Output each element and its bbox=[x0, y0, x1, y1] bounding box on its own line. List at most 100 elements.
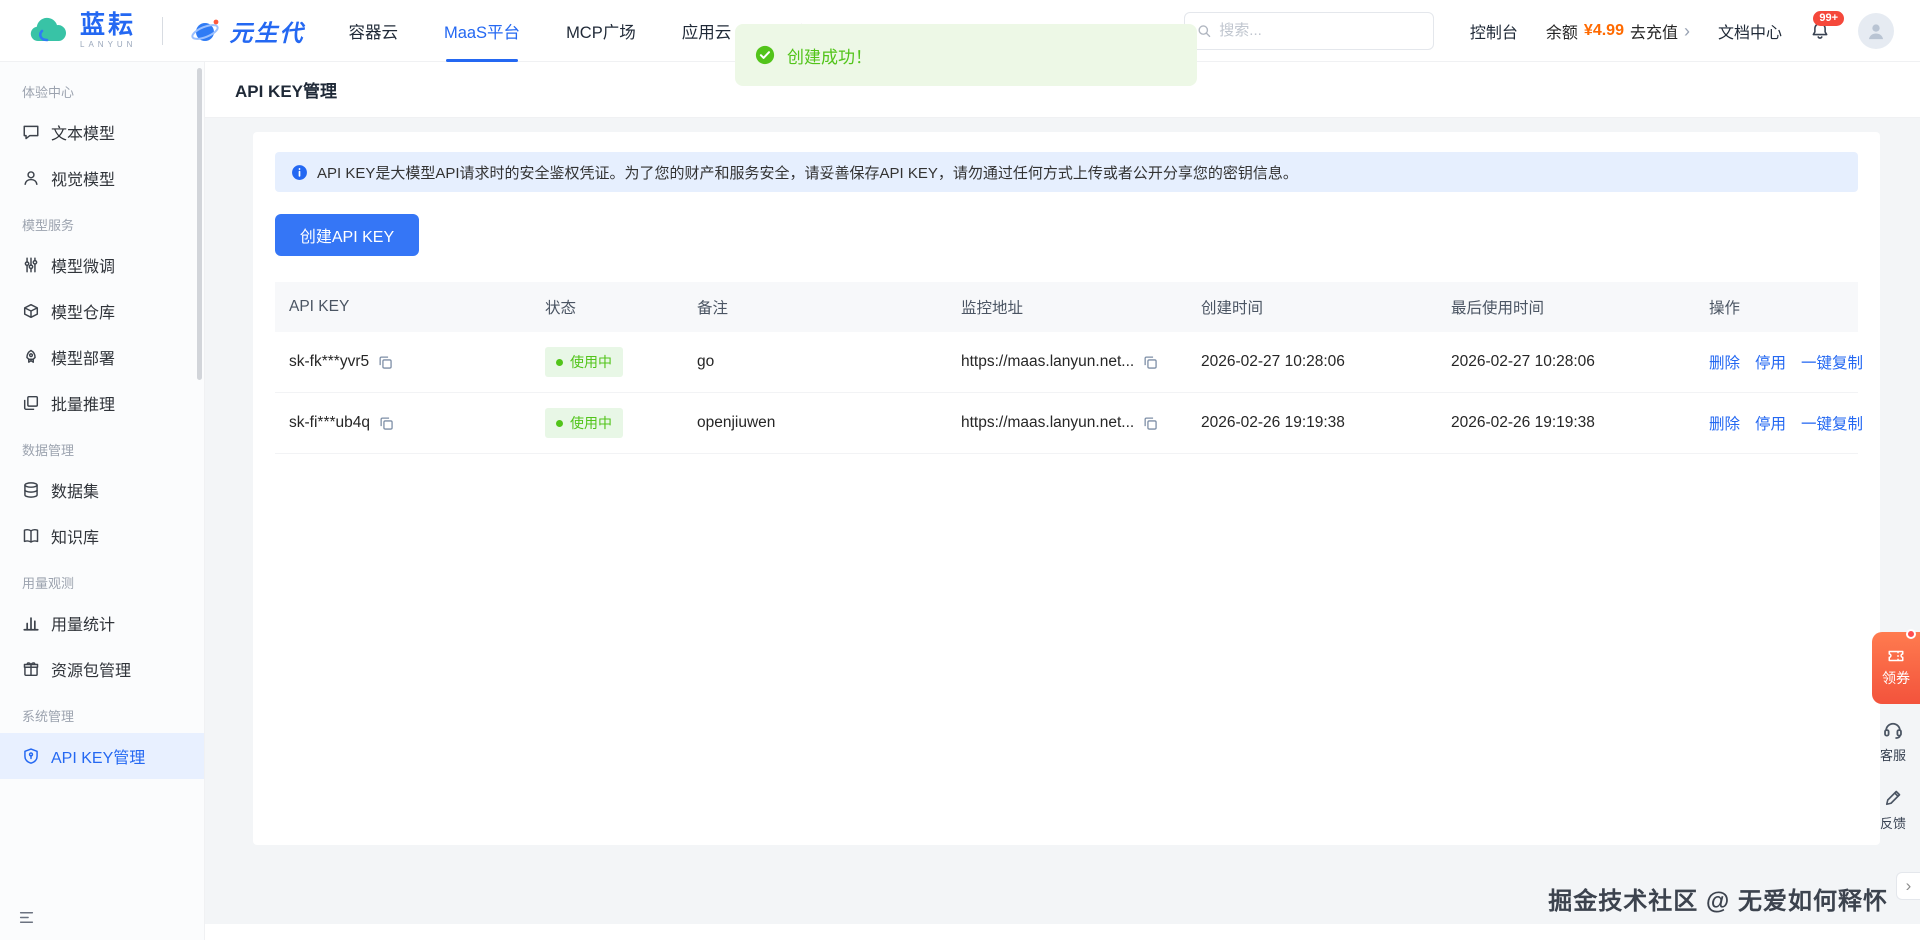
created-time: 2026-02-26 19:19:38 bbox=[1187, 414, 1437, 432]
coupon-button[interactable]: 领券 bbox=[1872, 632, 1920, 704]
page-title: API KEY管理 bbox=[235, 77, 337, 102]
sidebar-section-system: 系统管理 bbox=[0, 692, 204, 733]
delete-link[interactable]: 删除 bbox=[1709, 351, 1740, 373]
sidebar-item-model-finetune[interactable]: 模型微调 bbox=[0, 242, 204, 288]
search-box[interactable] bbox=[1184, 12, 1434, 50]
headset-icon bbox=[1882, 718, 1904, 740]
copy-icon[interactable] bbox=[1143, 355, 1158, 370]
api-key-card: API KEY是大模型API请求时的安全鉴权凭证。为了您的财产和服务安全，请妥善… bbox=[253, 132, 1880, 845]
table-row: sk-fi***ub4q 使用中 openjiuwen https://maas… bbox=[275, 393, 1858, 454]
feedback-button[interactable]: 反馈 bbox=[1872, 788, 1914, 832]
sidebar-section-usage: 用量观测 bbox=[0, 559, 204, 600]
docs-center-link[interactable]: 文档中心 bbox=[1718, 19, 1782, 43]
avatar[interactable] bbox=[1858, 13, 1894, 49]
rocket-icon bbox=[22, 348, 40, 366]
toast-message: 创建成功！ bbox=[787, 43, 872, 68]
last-used-time: 2026-02-27 10:28:06 bbox=[1437, 353, 1695, 371]
create-api-key-button[interactable]: 创建API KEY bbox=[275, 214, 419, 256]
shield-key-icon bbox=[22, 747, 40, 765]
brand: 蓝耘 LANYUN 元生代 bbox=[26, 13, 304, 49]
quick-copy-link[interactable]: 一键复制 bbox=[1801, 351, 1863, 373]
console-link[interactable]: 控制台 bbox=[1470, 19, 1518, 43]
api-key-value: sk-fi***ub4q bbox=[289, 414, 370, 432]
sidebar-item-knowledge-base[interactable]: 知识库 bbox=[0, 513, 204, 559]
customer-service-button[interactable]: 客服 bbox=[1872, 718, 1914, 764]
sidebar: 体验中心 文本模型 视觉模型 模型服务 模型微调 模型仓库 模型部署 bbox=[0, 62, 205, 940]
pencil-icon bbox=[1883, 788, 1903, 808]
nav-item-app-cloud[interactable]: 应用云 bbox=[682, 0, 732, 62]
search-icon bbox=[1197, 23, 1211, 39]
vision-model-icon bbox=[22, 169, 40, 187]
info-banner: API KEY是大模型API请求时的安全鉴权凭证。为了您的财产和服务安全，请妥善… bbox=[275, 152, 1858, 192]
nav-item-mcp-market[interactable]: MCP广场 bbox=[566, 0, 636, 62]
sidebar-section-experience: 体验中心 bbox=[0, 68, 204, 109]
sidebar-item-dataset[interactable]: 数据集 bbox=[0, 467, 204, 513]
sliders-icon bbox=[22, 256, 40, 274]
main-content: API KEY管理 API KEY是大模型API请求时的安全鉴权凭证。为了您的财… bbox=[205, 62, 1920, 940]
copy-icon[interactable] bbox=[1143, 416, 1158, 431]
sidebar-item-label: 批量推理 bbox=[51, 391, 115, 415]
collapse-sidebar-icon[interactable] bbox=[18, 909, 35, 926]
status-dot-icon bbox=[556, 359, 563, 366]
last-used-time: 2026-02-26 19:19:38 bbox=[1437, 414, 1695, 432]
success-check-icon bbox=[755, 45, 775, 65]
sidebar-item-text-model[interactable]: 文本模型 bbox=[0, 109, 204, 155]
col-created: 创建时间 bbox=[1187, 296, 1437, 318]
recharge-link[interactable]: 去充值 bbox=[1630, 19, 1678, 43]
watermark-text: 掘金技术社区 @ 无爱如何释怀 bbox=[1548, 881, 1888, 916]
col-api-key: API KEY bbox=[275, 298, 531, 316]
expand-panel-arrow[interactable]: › bbox=[1896, 872, 1920, 900]
quick-copy-link[interactable]: 一键复制 bbox=[1801, 412, 1863, 434]
delete-link[interactable]: 删除 bbox=[1709, 412, 1740, 434]
lanyun-logo-icon bbox=[26, 16, 70, 46]
sidebar-item-model-deploy[interactable]: 模型部署 bbox=[0, 334, 204, 380]
nav-item-container-cloud[interactable]: 容器云 bbox=[348, 0, 398, 62]
created-time: 2026-02-27 10:28:06 bbox=[1187, 353, 1437, 371]
search-input[interactable] bbox=[1219, 22, 1421, 39]
metastone-logo-icon bbox=[189, 15, 221, 47]
user-icon bbox=[1865, 20, 1887, 42]
coupon-label: 领券 bbox=[1882, 668, 1910, 688]
layers-icon bbox=[22, 394, 40, 412]
api-key-table: API KEY 状态 备注 监控地址 创建时间 最后使用时间 操作 sk-fk*… bbox=[275, 282, 1858, 454]
sidebar-scrollbar[interactable] bbox=[197, 68, 202, 380]
copy-icon[interactable] bbox=[379, 416, 394, 431]
sidebar-item-label: 文本模型 bbox=[51, 120, 115, 144]
coupon-notification-dot bbox=[1906, 629, 1916, 639]
feedback-label: 反馈 bbox=[1880, 813, 1906, 832]
balance[interactable]: 余额 ¥4.99 去充值 › bbox=[1546, 19, 1690, 43]
customer-service-label: 客服 bbox=[1880, 745, 1906, 764]
sidebar-item-resource-packages[interactable]: 资源包管理 bbox=[0, 646, 204, 692]
notifications-button[interactable]: 99+ bbox=[1810, 21, 1830, 41]
balance-amount: ¥4.99 bbox=[1584, 22, 1624, 40]
info-banner-text: API KEY是大模型API请求时的安全鉴权凭证。为了您的财产和服务安全，请妥善… bbox=[317, 162, 1298, 183]
footer-strip bbox=[205, 924, 1920, 940]
disable-link[interactable]: 停用 bbox=[1755, 351, 1786, 373]
sidebar-item-label: 视觉模型 bbox=[51, 166, 115, 190]
col-status: 状态 bbox=[531, 296, 683, 318]
brand-divider bbox=[162, 17, 163, 45]
box-icon bbox=[22, 302, 40, 320]
col-actions: 操作 bbox=[1695, 296, 1858, 318]
sidebar-item-label: 数据集 bbox=[51, 478, 99, 502]
database-icon bbox=[22, 481, 40, 499]
sidebar-item-usage-stats[interactable]: 用量统计 bbox=[0, 600, 204, 646]
copy-icon[interactable] bbox=[378, 355, 393, 370]
sidebar-item-label: 用量统计 bbox=[51, 611, 115, 635]
note-value: go bbox=[683, 353, 947, 371]
disable-link[interactable]: 停用 bbox=[1755, 412, 1786, 434]
ticket-icon bbox=[1887, 648, 1905, 664]
sidebar-item-label: 模型部署 bbox=[51, 345, 115, 369]
col-note: 备注 bbox=[683, 296, 947, 318]
notification-count-badge: 99+ bbox=[1813, 11, 1844, 26]
api-key-value: sk-fk***yvr5 bbox=[289, 353, 369, 371]
sidebar-item-model-repo[interactable]: 模型仓库 bbox=[0, 288, 204, 334]
book-icon bbox=[22, 527, 40, 545]
brand-primary-sub: LANYUN bbox=[80, 41, 136, 49]
sidebar-item-api-key-management[interactable]: API KEY管理 bbox=[0, 733, 204, 779]
nav-item-maas-platform[interactable]: MaaS平台 bbox=[444, 0, 520, 62]
col-last-used: 最后使用时间 bbox=[1437, 296, 1695, 318]
monitor-url-value: https://maas.lanyun.net... bbox=[961, 414, 1134, 432]
sidebar-item-batch-inference[interactable]: 批量推理 bbox=[0, 380, 204, 426]
sidebar-item-vision-model[interactable]: 视觉模型 bbox=[0, 155, 204, 201]
